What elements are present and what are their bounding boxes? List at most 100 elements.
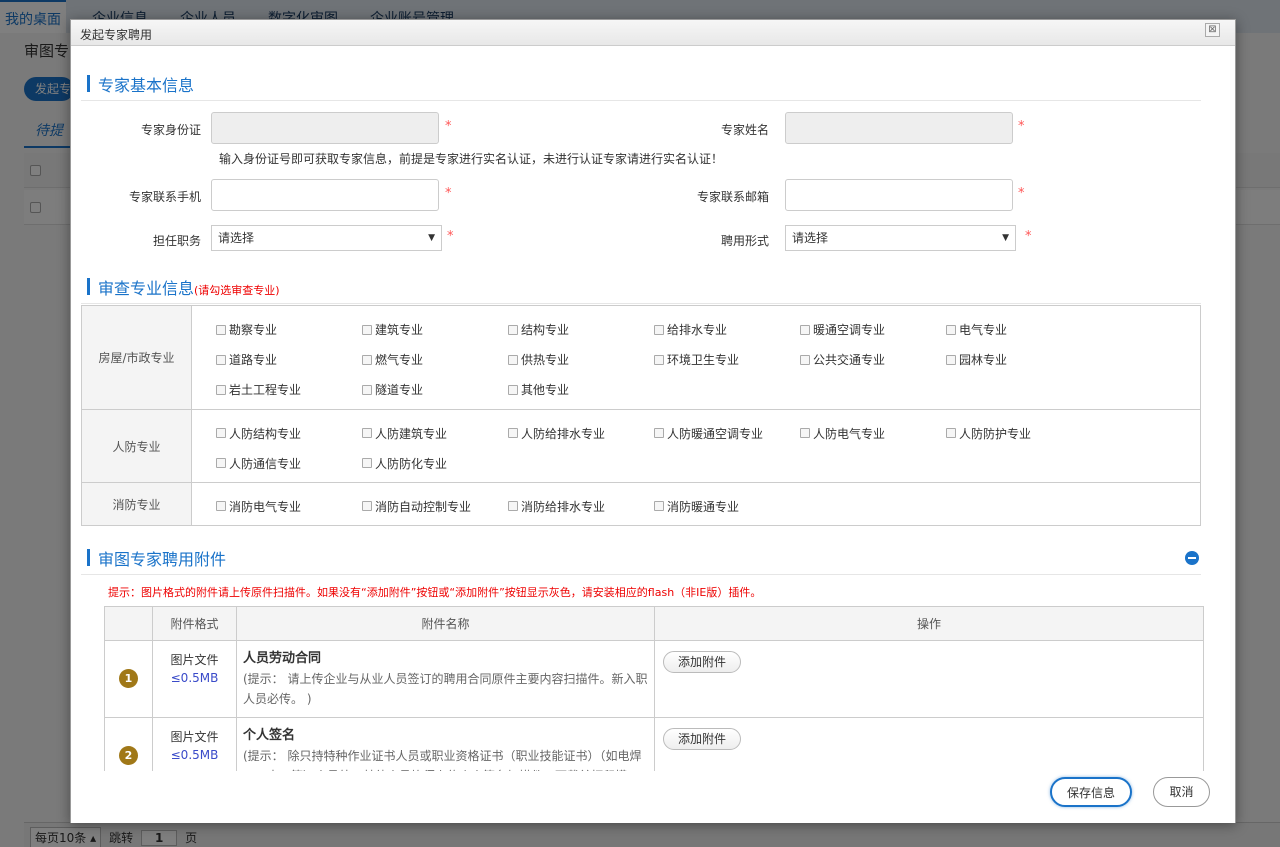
spec-checkbox[interactable] — [508, 384, 518, 395]
id-card-input[interactable] — [211, 112, 439, 144]
spec-option[interactable]: 人防电气专业 — [800, 418, 946, 448]
spec-option[interactable]: 人防防护专业 — [946, 418, 1092, 448]
dialog-body[interactable]: 专家基本信息 专家身份证 * 专家姓名 * 输入身份证号即可获取专家信息，前提是… — [81, 65, 1227, 771]
spec-option[interactable]: 人防通信专业 — [216, 448, 362, 478]
spec-option[interactable]: 建筑专业 — [362, 315, 508, 345]
spec-checkbox[interactable] — [508, 324, 518, 335]
basic-info-title: 专家基本信息 — [98, 76, 195, 95]
spec-option[interactable]: 电气专业 — [946, 315, 1092, 345]
spec-option-label: 人防防化专业 — [375, 456, 448, 471]
spec-checkbox[interactable] — [800, 354, 810, 365]
position-select-value: 请选择 — [218, 231, 255, 245]
spec-option-label: 人防通信专业 — [229, 456, 302, 471]
spec-title: 审查专业信息(请勾选审查专业) — [98, 275, 280, 299]
spec-checkbox[interactable] — [216, 458, 226, 468]
phone-label: 专家联系手机 — [128, 190, 201, 204]
spec-option[interactable]: 园林专业 — [946, 345, 1092, 375]
spec-checkbox[interactable] — [654, 324, 664, 335]
expert-name-label: 专家姓名 — [720, 123, 769, 137]
spec-checkbox[interactable] — [654, 501, 664, 511]
employ-type-select[interactable]: 请选择 ▼ — [785, 225, 1016, 251]
position-select[interactable]: 请选择 ▼ — [211, 225, 442, 251]
spec-checkbox[interactable] — [216, 354, 226, 365]
spec-option-label: 建筑专业 — [375, 323, 424, 337]
spec-option[interactable]: 公共交通专业 — [800, 345, 946, 375]
spec-checkbox[interactable] — [654, 428, 664, 438]
spec-options: 勘察专业 建筑专业 结构专业 给排水专业 暖通空调专业 电气专业道路专业 燃气专业 供热专业 环… — [191, 305, 1201, 410]
spec-option[interactable]: 人防结构专业 — [216, 418, 362, 448]
section-bar — [87, 549, 90, 566]
spec-checkbox[interactable] — [654, 354, 664, 365]
spec-option[interactable]: 道路专业 — [216, 345, 362, 375]
spec-option-label: 供热专业 — [521, 353, 570, 367]
spec-checkbox[interactable] — [216, 501, 226, 511]
hire-expert-dialog: 发起专家聘用 ⊠ 专家基本信息 专家身份证 * 专家姓名 * 输入身份证号即可获… — [70, 19, 1236, 823]
phone-input[interactable] — [211, 179, 439, 211]
attach-col-action: 操作 — [654, 606, 1204, 641]
spec-option[interactable]: 结构专业 — [508, 315, 654, 345]
spec-option[interactable]: 人防防化专业 — [362, 448, 508, 478]
spec-group-row: 消防专业 消防电气专业 消防自动控制专业 消防给排水专业 消防暖通专业 — [81, 482, 1201, 526]
attach-format-cell: 图片文件 ≤0.5MB — [152, 640, 237, 718]
cancel-button[interactable]: 取消 — [1153, 777, 1210, 807]
spec-checkbox[interactable] — [362, 458, 372, 468]
spec-option[interactable]: 供热专业 — [508, 345, 654, 375]
attach-index-cell: 1 — [104, 640, 153, 718]
spec-option[interactable]: 隧道专业 — [362, 375, 508, 405]
spec-option[interactable]: 人防暖通空调专业 — [654, 418, 800, 448]
spec-option[interactable]: 暖通空调专业 — [800, 315, 946, 345]
spec-checkbox[interactable] — [362, 384, 372, 395]
spec-checkbox[interactable] — [362, 428, 372, 438]
spec-option[interactable]: 勘察专业 — [216, 315, 362, 345]
spec-checkbox[interactable] — [946, 324, 956, 335]
index-badge: 2 — [119, 746, 138, 765]
spec-checkbox[interactable] — [508, 354, 518, 365]
spec-checkbox[interactable] — [216, 324, 226, 335]
spec-option-label: 暖通空调专业 — [813, 323, 886, 337]
close-icon[interactable]: ⊠ — [1205, 23, 1220, 37]
spec-checkbox[interactable] — [362, 501, 372, 511]
spec-option-label: 消防暖通专业 — [667, 499, 740, 514]
required-mark: * — [1025, 229, 1032, 244]
spec-option[interactable]: 消防暖通专业 — [654, 491, 800, 521]
spec-checkbox[interactable] — [216, 384, 226, 395]
spec-option[interactable]: 人防给排水专业 — [508, 418, 654, 448]
spec-option[interactable]: 环境卫生专业 — [654, 345, 800, 375]
spec-option[interactable]: 燃气专业 — [362, 345, 508, 375]
spec-option-label: 燃气专业 — [375, 353, 424, 367]
add-attachment-button[interactable]: 添加附件 — [663, 728, 742, 750]
spec-group-row: 人防专业 人防结构专业 人防建筑专业 人防给排水专业 人防暖通空调专业 人防电气专业 人防… — [81, 409, 1201, 483]
email-input[interactable] — [785, 179, 1013, 211]
spec-option[interactable]: 消防电气专业 — [216, 491, 362, 521]
spec-checkbox[interactable] — [362, 354, 372, 365]
add-attachment-button[interactable]: 添加附件 — [663, 651, 742, 673]
spec-option-label: 消防自动控制专业 — [375, 499, 472, 514]
spec-option[interactable]: 其他专业 — [508, 375, 654, 405]
spec-option[interactable]: 消防自动控制专业 — [362, 491, 508, 521]
spec-option[interactable]: 人防建筑专业 — [362, 418, 508, 448]
dialog-header: 发起专家聘用 ⊠ — [71, 20, 1235, 46]
spec-checkbox[interactable] — [508, 501, 518, 511]
spec-option-label: 岩土工程专业 — [229, 383, 302, 397]
attach-col-name: 附件名称 — [236, 606, 655, 641]
spec-checkbox[interactable] — [508, 428, 518, 438]
save-button[interactable]: 保存信息 — [1050, 777, 1132, 807]
expert-name-input[interactable] — [785, 112, 1013, 144]
spec-checkbox[interactable] — [216, 428, 226, 438]
spec-checkbox[interactable] — [800, 428, 810, 438]
collapse-icon[interactable] — [1185, 551, 1199, 565]
spec-option-label: 隧道专业 — [375, 383, 424, 397]
spec-option-label: 园林专业 — [959, 353, 1008, 367]
id-card-tip: 输入身份证号即可获取专家信息，前提是专家进行实名认证，未进行认证专家请进行实名认… — [219, 152, 724, 166]
spec-checkbox[interactable] — [362, 324, 372, 335]
id-card-label: 专家身份证 — [140, 123, 201, 137]
spec-option-label: 环境卫生专业 — [667, 353, 740, 367]
spec-checkbox[interactable] — [946, 354, 956, 365]
spec-option[interactable]: 给排水专业 — [654, 315, 800, 345]
spec-option[interactable]: 岩土工程专业 — [216, 375, 362, 405]
spec-checkbox[interactable] — [946, 428, 956, 438]
spec-checkbox[interactable] — [800, 324, 810, 335]
spec-title-text: 审查专业信息 — [98, 279, 195, 298]
employ-type-label: 聘用形式 — [720, 234, 769, 248]
spec-option[interactable]: 消防给排水专业 — [508, 491, 654, 521]
